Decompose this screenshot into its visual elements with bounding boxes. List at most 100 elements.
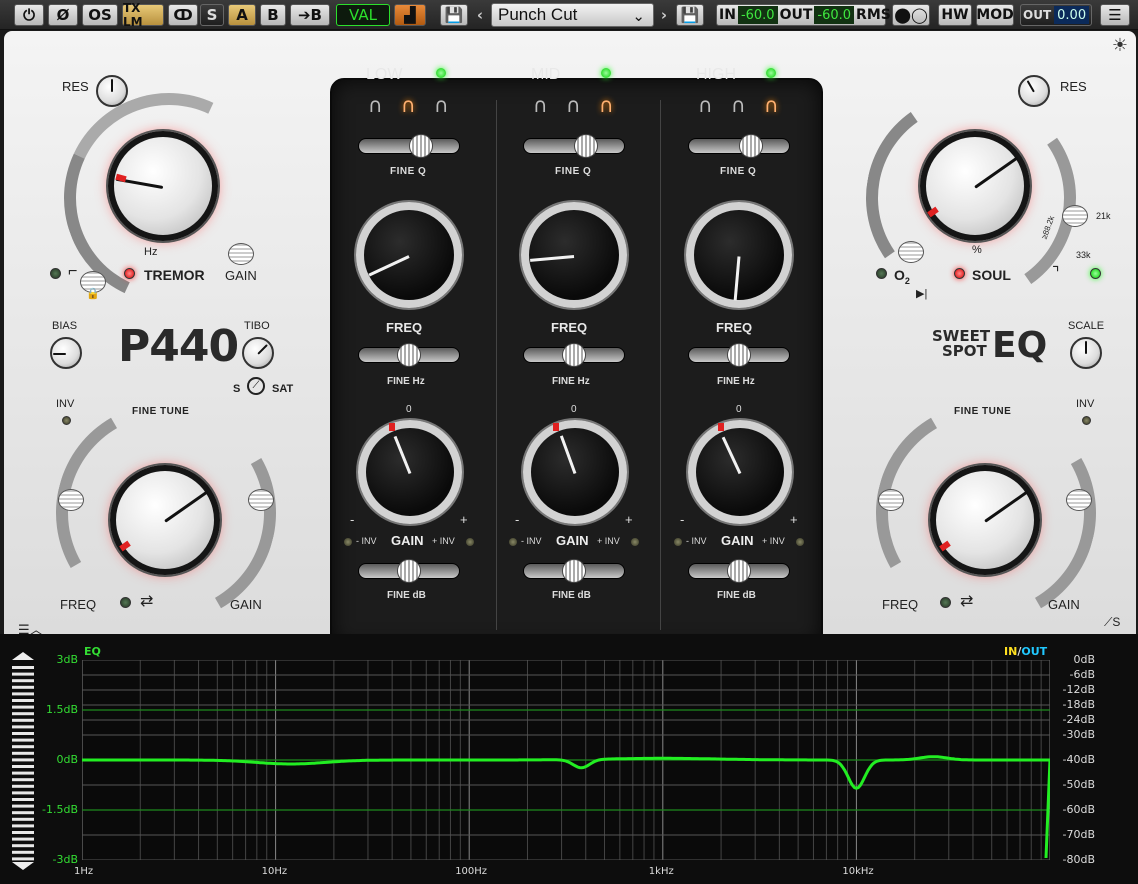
res-knob-right[interactable] xyxy=(1018,75,1050,107)
gain-knob[interactable] xyxy=(358,420,462,524)
slider-thumb[interactable] xyxy=(409,134,433,158)
toolbar: ⏻ Ø OS TX LM ↀ S A B ➔B VAL ▟ 💾 ‹ Punch … xyxy=(0,0,1138,30)
slider-thumb[interactable] xyxy=(397,343,421,367)
link-arrow-icon[interactable]: ▶| xyxy=(916,287,927,300)
lowpass-led[interactable] xyxy=(1090,268,1101,279)
toggle-button[interactable]: ⬤◯ xyxy=(892,4,930,26)
scale-knob[interactable] xyxy=(1070,337,1102,369)
slider-thumb[interactable] xyxy=(562,559,586,583)
meter-down-arrow[interactable] xyxy=(12,862,34,870)
filter-mode-led-right[interactable] xyxy=(940,597,951,608)
signature-icon[interactable]: ⟋S xyxy=(1104,615,1120,630)
copy-to-b-button[interactable]: ➔B xyxy=(290,4,330,26)
bell-shape-icon[interactable]: ∩ xyxy=(731,93,746,117)
slider-thumb[interactable] xyxy=(727,559,751,583)
stereo-link-button[interactable]: ↀ xyxy=(168,4,198,26)
freq-handle[interactable] xyxy=(58,489,84,511)
bias-knob[interactable] xyxy=(50,337,82,369)
bell-shape-icon[interactable]: ∩ xyxy=(698,93,713,117)
prev-preset-button[interactable]: ‹ xyxy=(472,4,488,26)
hw-button[interactable]: HW xyxy=(938,4,972,26)
lock-icon[interactable]: 🔒 xyxy=(86,287,100,300)
inv-led[interactable] xyxy=(62,416,71,425)
phase-button[interactable]: Ø xyxy=(48,4,78,26)
inv-led-right[interactable] xyxy=(1082,416,1091,425)
tibo-knob[interactable] xyxy=(242,337,274,369)
o2-handle[interactable] xyxy=(898,241,924,263)
slider-thumb[interactable] xyxy=(562,343,586,367)
output-gain[interactable]: OUT 0.00 xyxy=(1020,4,1092,26)
minus-inv-led[interactable] xyxy=(674,538,682,546)
stairs-button[interactable]: ▟ xyxy=(394,4,426,26)
plus-inv-led[interactable] xyxy=(466,538,474,546)
power-button[interactable]: ⏻ xyxy=(14,4,44,26)
fine-hz-slider[interactable] xyxy=(358,343,460,367)
freq-handle-right[interactable] xyxy=(878,489,904,511)
freq-knob[interactable] xyxy=(521,202,627,308)
soul-led[interactable] xyxy=(954,268,965,279)
fine-q-slider[interactable] xyxy=(688,134,790,158)
txlm-button[interactable]: TX LM xyxy=(122,1,164,29)
menu-button[interactable]: ☰ xyxy=(1100,4,1130,26)
tremor-gain-handle[interactable] xyxy=(228,243,254,265)
band-led[interactable] xyxy=(601,68,611,78)
solo-button[interactable]: S xyxy=(200,4,224,26)
minus-inv-led[interactable] xyxy=(344,538,352,546)
mod-button[interactable]: MOD xyxy=(976,4,1014,26)
plus-inv-led[interactable] xyxy=(631,538,639,546)
filter-mode-led[interactable] xyxy=(120,597,131,608)
brightness-icon[interactable]: ☀ xyxy=(1112,35,1128,56)
preset-dropdown[interactable]: Punch Cut ⌄ xyxy=(491,3,654,27)
save-button[interactable]: 💾 xyxy=(440,4,468,26)
freq-knob[interactable] xyxy=(686,202,792,308)
tremor-led[interactable] xyxy=(124,268,135,279)
a-button[interactable]: A xyxy=(228,4,256,26)
low-shelf-knob[interactable] xyxy=(110,465,220,575)
bell-shape-icon[interactable]: ∩ xyxy=(599,93,614,117)
gain-knob[interactable] xyxy=(523,420,627,524)
fine-db-slider[interactable] xyxy=(358,559,460,583)
fine-hz-slider[interactable] xyxy=(688,343,790,367)
gain-knob[interactable] xyxy=(688,420,792,524)
bell-shape-icon[interactable]: ∩ xyxy=(566,93,581,117)
val-button[interactable]: VAL xyxy=(336,4,390,26)
s-sat-switch-icon[interactable]: ⟋ xyxy=(247,377,265,395)
tremor-knob[interactable] xyxy=(108,131,218,241)
freq-knob[interactable] xyxy=(356,202,462,308)
freq-axis-label: 10Hz xyxy=(261,866,288,877)
fine-q-slider[interactable] xyxy=(358,134,460,158)
fine-q-slider[interactable] xyxy=(523,134,625,158)
floppy-icon: 💾 xyxy=(680,6,700,24)
slider-thumb[interactable] xyxy=(397,559,421,583)
fine-db-slider[interactable] xyxy=(688,559,790,583)
os-button[interactable]: OS xyxy=(82,4,118,26)
meter-up-arrow[interactable] xyxy=(12,652,34,660)
b-button[interactable]: B xyxy=(260,4,286,26)
slider-thumb[interactable] xyxy=(574,134,598,158)
band-led[interactable] xyxy=(436,68,446,78)
plus-inv-led[interactable] xyxy=(796,538,804,546)
rms-label[interactable]: RMS xyxy=(856,7,891,23)
save-as-button[interactable]: 💾 xyxy=(676,4,704,26)
khz-handle[interactable] xyxy=(1062,205,1088,227)
shelf-led[interactable] xyxy=(50,268,61,279)
bell-shape-icon[interactable]: ∩ xyxy=(764,93,779,117)
fine-hz-slider[interactable] xyxy=(523,343,625,367)
gain-handle[interactable] xyxy=(248,489,274,511)
next-preset-button[interactable]: › xyxy=(656,4,672,26)
bell-shape-icon[interactable]: ∩ xyxy=(434,93,449,117)
fine-db-slider[interactable] xyxy=(523,559,625,583)
bell-shape-icon[interactable]: ∩ xyxy=(533,93,548,117)
high-shelf-knob[interactable] xyxy=(930,465,1040,575)
soul-knob[interactable] xyxy=(920,131,1030,241)
gain-handle-right[interactable] xyxy=(1066,489,1092,511)
eq-curve-graph[interactable] xyxy=(82,660,1050,860)
slider-thumb[interactable] xyxy=(739,134,763,158)
minus-inv-led[interactable] xyxy=(509,538,517,546)
o2-led[interactable] xyxy=(876,268,887,279)
band-led[interactable] xyxy=(766,68,776,78)
slider-thumb[interactable] xyxy=(727,343,751,367)
plus-inv-label: + INV xyxy=(432,536,455,546)
bell-shape-icon[interactable]: ∩ xyxy=(401,93,416,117)
bell-shape-icon[interactable]: ∩ xyxy=(368,93,383,117)
